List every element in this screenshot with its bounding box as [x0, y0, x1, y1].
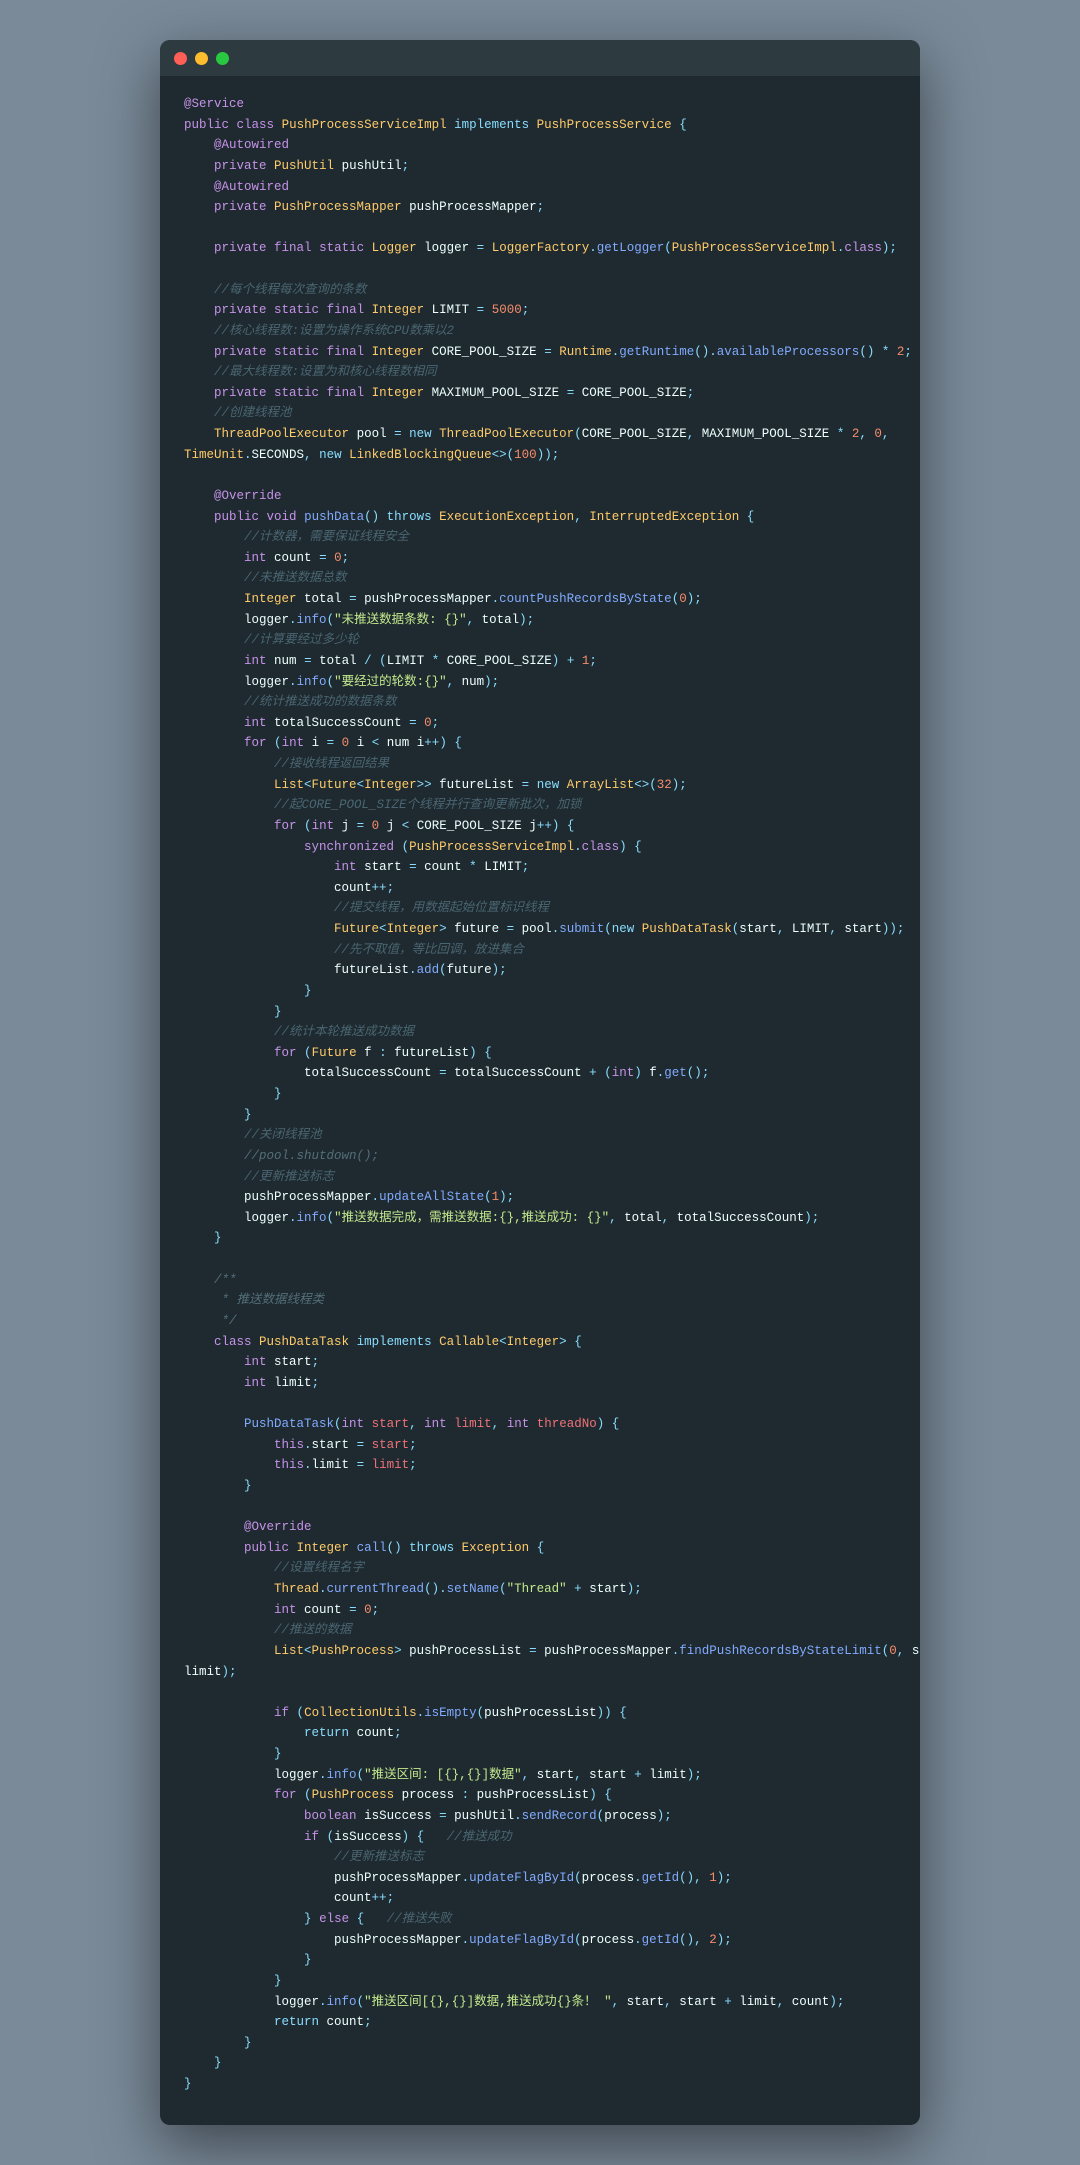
maximize-button[interactable]	[216, 52, 229, 65]
code-content: @Service public class PushProcessService…	[160, 76, 920, 2125]
close-button[interactable]	[174, 52, 187, 65]
titlebar	[160, 40, 920, 76]
code-editor-window: @Service public class PushProcessService…	[160, 40, 920, 2125]
minimize-button[interactable]	[195, 52, 208, 65]
